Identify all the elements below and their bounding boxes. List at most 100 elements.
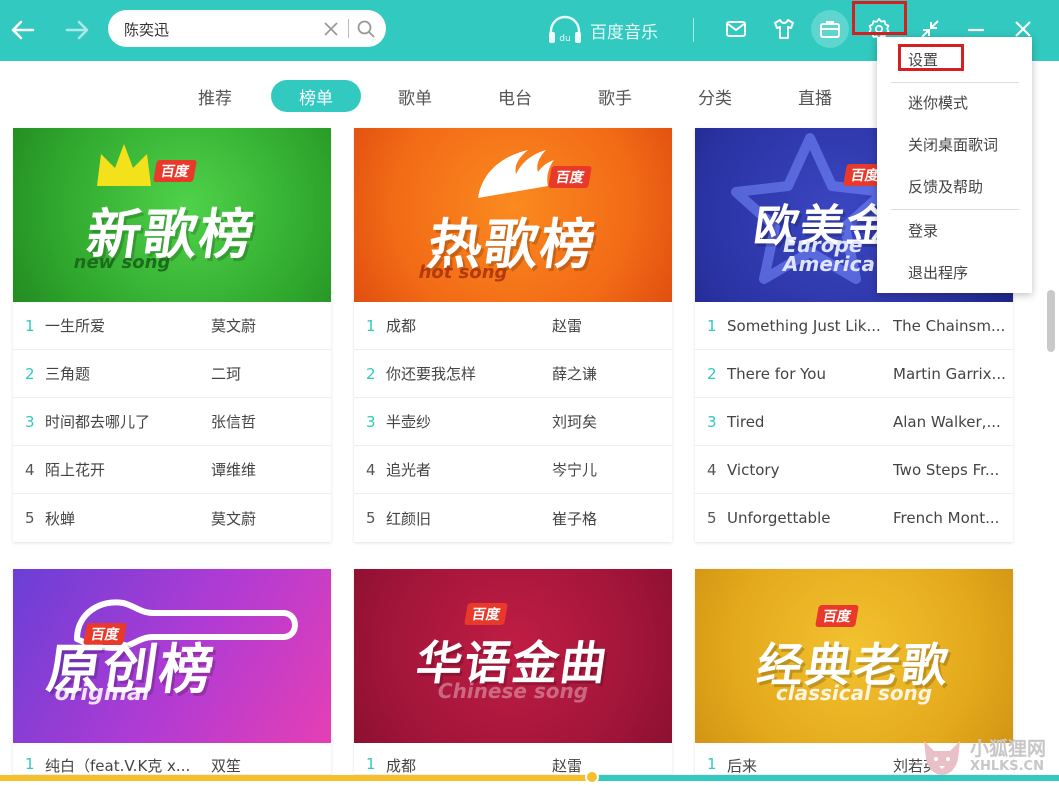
song-artist: 双笙 [211, 757, 242, 775]
song-row[interactable]: 2 你还要我怎样 薛之谦 [354, 350, 672, 398]
chart-card-mandarin[interactable]: 百度 华语金曲 Chinese song 1 成都 赵雷 [354, 569, 672, 775]
menu-item-mini-mode[interactable]: 迷你模式 [877, 81, 1032, 123]
fox-logo-icon [924, 741, 960, 775]
playback-progress[interactable] [0, 775, 1059, 781]
chart-card-original[interactable]: 百度 原创榜 original 1 纯白（feat.V.K克 x... 双笙 [13, 569, 331, 775]
tab-categories[interactable]: 分类 [670, 80, 760, 112]
song-title: There for You [727, 364, 826, 383]
forward-button[interactable] [60, 13, 94, 47]
song-row[interactable]: 4 追光者 岑宁儿 [354, 446, 672, 494]
song-title: 纯白（feat.V.K克 x... [45, 757, 191, 775]
song-artist: 赵雷 [552, 317, 583, 335]
search-box [108, 10, 386, 47]
chart-card-new[interactable]: 百度 新歌榜 new song 1 一生所爱 莫文蔚 2 三角题 二珂 3 时间都去哪儿了… [13, 128, 331, 542]
song-rank: 1 [707, 316, 717, 335]
song-artist: 莫文蔚 [211, 509, 257, 528]
song-artist: 赵雷 [552, 757, 583, 775]
song-rank: 1 [25, 316, 35, 335]
chart-subtitle: classical song [775, 681, 933, 705]
arrow-right-icon [65, 20, 89, 40]
baidu-badge: 百度 [815, 605, 859, 627]
tab-artists[interactable]: 歌手 [570, 80, 660, 112]
song-rank: 4 [707, 460, 717, 479]
back-button[interactable] [6, 13, 40, 47]
flame-icon [478, 150, 554, 198]
song-row[interactable]: 4 陌上花开 谭维维 [13, 446, 331, 494]
song-artist: The Chainsm... [893, 316, 1006, 335]
song-title: 成都 [386, 757, 417, 775]
settings-highlight-box [852, 1, 907, 35]
song-row[interactable]: 1 Something Just Lik... The Chainsm... [695, 302, 1013, 350]
tab-playlists[interactable]: 歌单 [370, 80, 460, 112]
song-row[interactable]: 5 Unforgettable French Mont... [695, 494, 1013, 542]
song-artist: Martin Garrix... [893, 364, 1006, 383]
chart-banner[interactable]: 百度 新歌榜 new song [13, 128, 331, 302]
tab-radio[interactable]: 电台 [470, 80, 560, 112]
song-artist: 张信哲 [211, 413, 257, 431]
tab-charts[interactable]: 榜单 [271, 80, 361, 112]
menu-item-help[interactable]: 反馈及帮助 [877, 165, 1032, 207]
song-rank: 1 [707, 755, 717, 773]
settings-item-highlight-box [898, 44, 964, 71]
song-row[interactable]: 2 There for You Martin Garrix... [695, 350, 1013, 398]
baidu-badge: 百度 [548, 166, 592, 188]
messages-button[interactable] [717, 10, 755, 48]
clear-search-button[interactable] [320, 18, 342, 40]
toolbox-button[interactable] [811, 10, 849, 48]
song-title: 成都 [386, 317, 417, 335]
song-row[interactable]: 1 一生所爱 莫文蔚 [13, 302, 331, 350]
chart-banner[interactable]: 百度 华语金曲 Chinese song [354, 569, 672, 743]
close-icon [324, 22, 338, 36]
svg-text:du: du [559, 34, 570, 44]
song-row[interactable]: 3 半壶纱 刘珂矣 [354, 398, 672, 446]
progress-handle[interactable] [585, 770, 599, 784]
menu-item-exit[interactable]: 退出程序 [877, 251, 1032, 293]
song-rank: 5 [707, 509, 717, 527]
chart-subtitle: new song [73, 252, 171, 273]
song-rank: 2 [707, 364, 717, 383]
tab-live[interactable]: 直播 [770, 80, 860, 112]
settings-menu: 设置 迷你模式 关闭桌面歌词 反馈及帮助 登录 退出程序 [877, 37, 1032, 293]
vertical-scrollbar[interactable] [1047, 290, 1055, 352]
mail-icon [726, 21, 746, 37]
chart-banner[interactable]: 百度 热歌榜 hot song [354, 128, 672, 302]
chart-card-hot[interactable]: 百度 热歌榜 hot song 1 成都 赵雷 2 你还要我怎样 薛之谦 3 半壶纱 刘珂矣… [354, 128, 672, 542]
chart-subtitle: original [54, 681, 150, 706]
song-artist: Two Steps Fr... [893, 460, 1000, 479]
song-row[interactable]: 3 Tired Alan Walker,... [695, 398, 1013, 446]
song-row[interactable]: 1 成都 赵雷 [354, 743, 672, 775]
menu-item-login[interactable]: 登录 [877, 209, 1032, 251]
song-row[interactable]: 5 秋蝉 莫文蔚 [13, 494, 331, 542]
song-rank: 1 [366, 316, 376, 335]
chart-banner[interactable]: 百度 经典老歌 classical song [695, 569, 1013, 743]
top-divider [693, 18, 694, 42]
watermark-domain: XHLKS.CN [970, 759, 1044, 775]
tab-recommend[interactable]: 推荐 [170, 80, 260, 112]
song-row[interactable]: 5 红颜旧 崔子格 [354, 494, 672, 542]
song-artist: 二珂 [211, 365, 242, 383]
song-artist: 莫文蔚 [211, 317, 257, 335]
song-title: 后来 [727, 757, 758, 775]
song-title: 红颜旧 [386, 509, 432, 528]
arrow-left-icon [11, 20, 35, 40]
song-row[interactable]: 3 时间都去哪儿了 张信哲 [13, 398, 331, 446]
song-title: 半壶纱 [386, 413, 432, 431]
watermark: 小狐狸网 XHLKS.CN [920, 735, 1056, 779]
song-row[interactable]: 1 成都 赵雷 [354, 302, 672, 350]
chart-banner[interactable]: 百度 原创榜 original [13, 569, 331, 743]
song-row[interactable]: 2 三角题 二珂 [13, 350, 331, 398]
search-button[interactable] [354, 17, 378, 41]
headphones-icon: du [549, 15, 581, 44]
song-rank: 4 [366, 460, 376, 479]
song-title: Victory [727, 460, 780, 479]
song-title: 你还要我怎样 [386, 365, 477, 383]
song-title: Unforgettable [727, 509, 831, 527]
search-input[interactable] [124, 18, 314, 40]
song-row[interactable]: 4 Victory Two Steps Fr... [695, 446, 1013, 494]
song-title: Something Just Lik... [727, 316, 881, 335]
skin-button[interactable] [765, 10, 803, 48]
menu-item-close-lyrics[interactable]: 关闭桌面歌词 [877, 123, 1032, 165]
song-row[interactable]: 1 纯白（feat.V.K克 x... 双笙 [13, 743, 331, 775]
song-rank: 1 [25, 755, 35, 773]
song-artist: 谭维维 [211, 461, 257, 479]
